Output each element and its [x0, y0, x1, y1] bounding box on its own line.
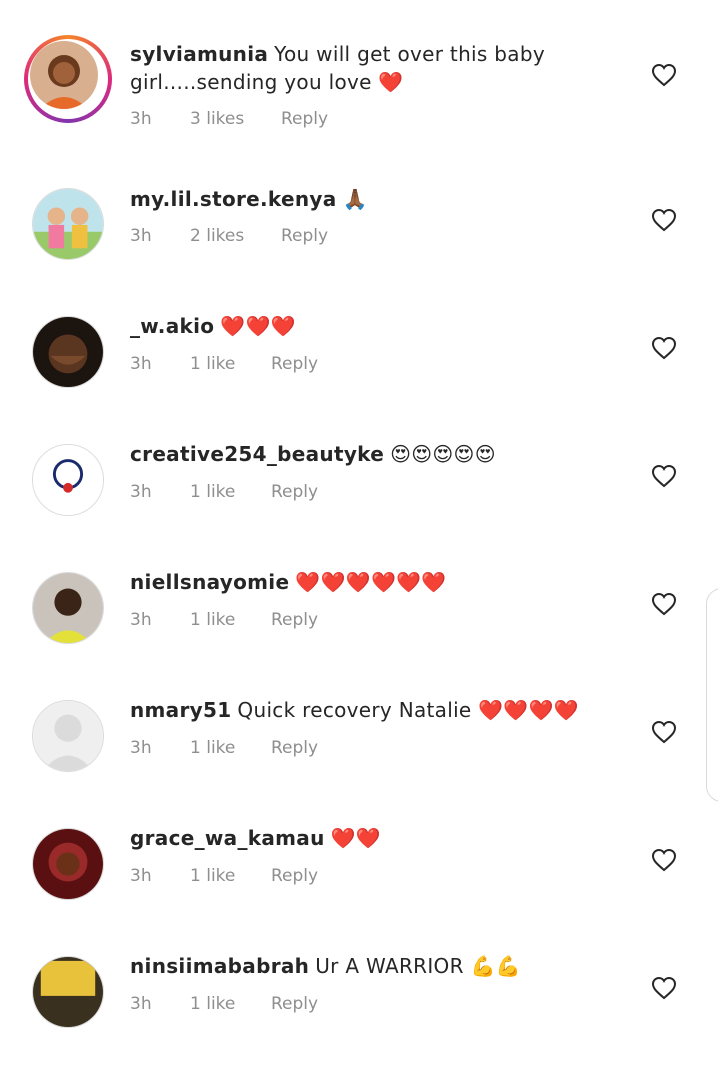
comment-item: nmary51 Quick recovery Natalie ❤️❤️❤️❤️ 3…: [0, 698, 718, 828]
likes-count[interactable]: 1 like: [190, 482, 235, 502]
reply-button[interactable]: Reply: [271, 482, 318, 502]
comment-body: Ur A WARRIOR: [315, 954, 464, 978]
avatar[interactable]: [32, 316, 104, 388]
reply-button[interactable]: Reply: [271, 866, 318, 886]
like-heart-icon[interactable]: [651, 720, 677, 744]
username[interactable]: ninsiimababrah: [130, 954, 309, 978]
comment-text: grace_wa_kamau ❤️❤️: [130, 824, 610, 852]
avatar[interactable]: [32, 828, 104, 900]
timestamp: 3h: [130, 482, 152, 502]
reply-button[interactable]: Reply: [271, 994, 318, 1014]
avatar[interactable]: [32, 956, 104, 1028]
username[interactable]: grace_wa_kamau: [130, 826, 325, 850]
username[interactable]: my.lil.store.kenya: [130, 187, 337, 211]
emoji: ❤️❤️❤️❤️❤️❤️: [295, 570, 447, 594]
comment-body: You will get over this baby: [274, 42, 545, 66]
side-panel-edge[interactable]: [706, 588, 718, 802]
like-heart-icon[interactable]: [651, 592, 677, 616]
like-heart-icon[interactable]: [651, 464, 677, 488]
comment-text: sylviamunia You will get over this baby g…: [130, 40, 610, 96]
timestamp: 3h: [130, 866, 152, 886]
likes-count[interactable]: 1 like: [190, 994, 235, 1014]
avatar[interactable]: [32, 444, 104, 516]
emoji: 🙏🏾: [342, 187, 368, 211]
emoji: 💪💪: [470, 954, 521, 978]
comment-text: creative254_beautyke 😍😍😍😍😍: [130, 440, 610, 468]
username[interactable]: creative254_beautyke: [130, 442, 384, 466]
timestamp: 3h: [130, 738, 152, 758]
username[interactable]: sylviamunia: [130, 42, 268, 66]
avatar[interactable]: [32, 700, 104, 772]
likes-count[interactable]: 1 like: [190, 354, 235, 374]
likes-count[interactable]: 3 likes: [190, 109, 244, 129]
comment-text: nmary51 Quick recovery Natalie ❤️❤️❤️❤️: [130, 696, 610, 724]
likes-count[interactable]: 1 like: [190, 738, 235, 758]
comment-item: grace_wa_kamau ❤️❤️ 3h 1 like Reply: [0, 826, 718, 956]
username[interactable]: _w.akio: [130, 314, 214, 338]
username[interactable]: niellsnayomie: [130, 570, 289, 594]
timestamp: 3h: [130, 109, 152, 129]
emoji: 😍😍😍😍😍: [390, 442, 496, 466]
story-ring[interactable]: [24, 35, 112, 123]
emoji: ❤️❤️❤️: [220, 314, 296, 338]
timestamp: 3h: [130, 226, 152, 246]
comment-item: ninsiimababrah Ur A WARRIOR 💪💪 3h 1 like …: [0, 954, 718, 1084]
like-heart-icon[interactable]: [651, 976, 677, 1000]
comment-item: sylviamunia You will get over this baby g…: [0, 0, 718, 129]
timestamp: 3h: [130, 354, 152, 374]
reply-button[interactable]: Reply: [281, 109, 328, 129]
likes-count[interactable]: 2 likes: [190, 226, 244, 246]
avatar[interactable]: [30, 41, 98, 109]
comment-text: _w.akio ❤️❤️❤️: [130, 312, 610, 340]
like-heart-icon[interactable]: [651, 208, 677, 232]
comment-body: Quick recovery Natalie: [237, 698, 472, 722]
comment-item: creative254_beautyke 😍😍😍😍😍 3h 1 like Repl…: [0, 442, 718, 572]
likes-count[interactable]: 1 like: [190, 610, 235, 630]
comment-item: niellsnayomie ❤️❤️❤️❤️❤️❤️ 3h 1 like Repl…: [0, 570, 718, 700]
reply-button[interactable]: Reply: [271, 738, 318, 758]
timestamp: 3h: [130, 610, 152, 630]
comment-item: my.lil.store.kenya 🙏🏾 3h 2 likes Reply: [0, 185, 718, 316]
like-heart-icon[interactable]: [651, 336, 677, 360]
avatar[interactable]: [32, 572, 104, 644]
emoji: ❤️❤️: [330, 826, 382, 850]
timestamp: 3h: [130, 994, 152, 1014]
emoji: ❤️❤️❤️❤️: [478, 698, 580, 722]
comment-text: ninsiimababrah Ur A WARRIOR 💪💪: [130, 952, 610, 980]
emoji: ❤️: [378, 70, 404, 94]
reply-button[interactable]: Reply: [281, 226, 328, 246]
likes-count[interactable]: 1 like: [190, 866, 235, 886]
avatar[interactable]: [32, 188, 104, 260]
reply-button[interactable]: Reply: [271, 610, 318, 630]
comment-body-line2: girl.....sending you love: [130, 70, 372, 94]
comment-item: _w.akio ❤️❤️❤️ 3h 1 like Reply: [0, 314, 718, 444]
like-heart-icon[interactable]: [651, 848, 677, 872]
comment-text: niellsnayomie ❤️❤️❤️❤️❤️❤️: [130, 568, 610, 596]
reply-button[interactable]: Reply: [271, 354, 318, 374]
comment-text: my.lil.store.kenya 🙏🏾: [130, 185, 610, 213]
like-heart-icon[interactable]: [651, 63, 677, 87]
username[interactable]: nmary51: [130, 698, 231, 722]
